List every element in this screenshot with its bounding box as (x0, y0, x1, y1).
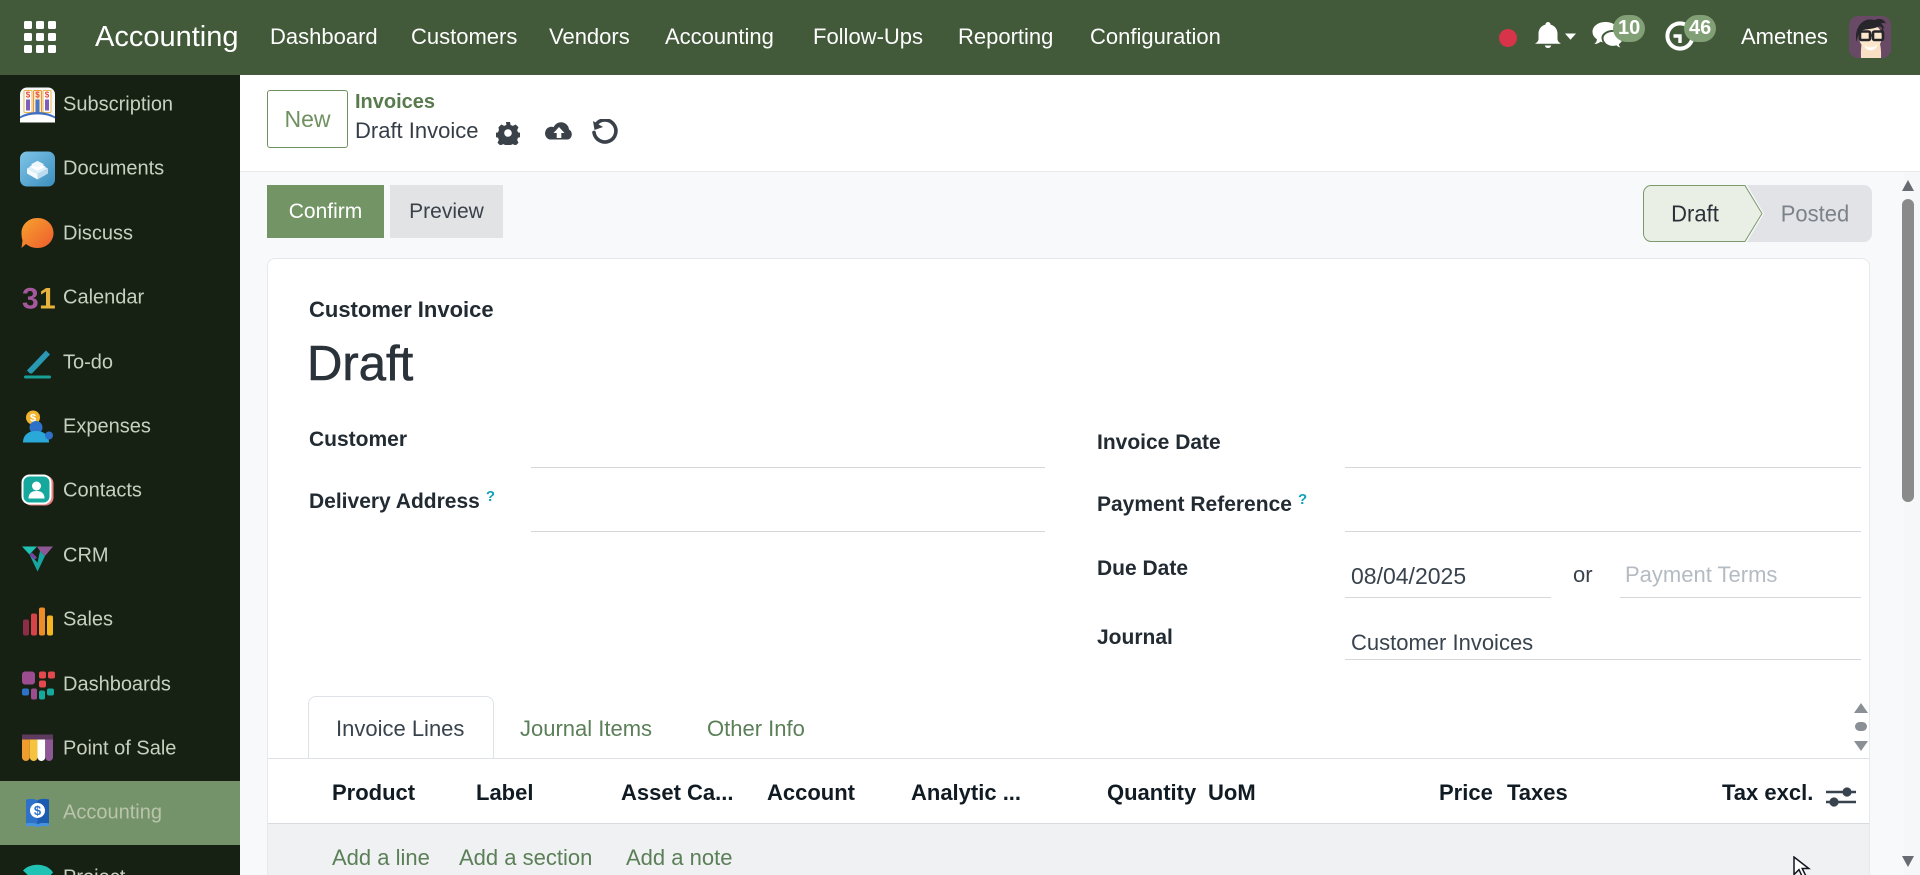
svg-text:$: $ (45, 91, 50, 100)
svg-text:Draft: Draft (1671, 201, 1719, 227)
svg-text:3: 3 (22, 283, 39, 316)
svg-text:1: 1 (39, 283, 55, 316)
svg-text:$: $ (35, 91, 40, 100)
svg-text:$: $ (26, 91, 31, 100)
svg-text:$: $ (34, 803, 42, 818)
svg-text:Posted: Posted (1781, 201, 1849, 227)
